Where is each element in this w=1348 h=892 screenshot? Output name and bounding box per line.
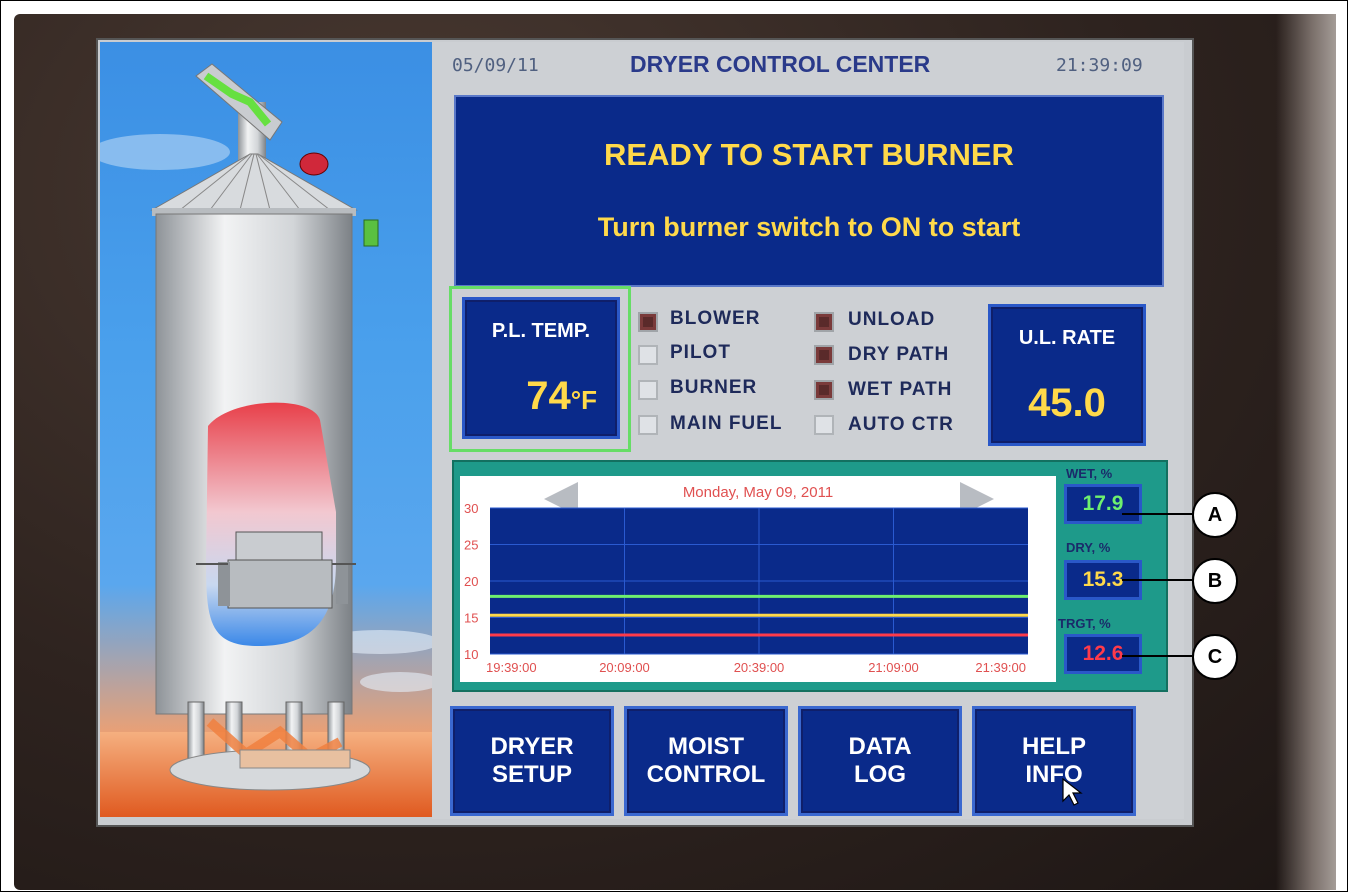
unload-lamp bbox=[814, 312, 834, 332]
x-tick-label: 21:09:00 bbox=[868, 660, 919, 675]
mouse-cursor-icon bbox=[1062, 777, 1083, 806]
help-info-label-1: HELP bbox=[1021, 733, 1086, 760]
pl-temp-frame: P.L. TEMP. 74°F bbox=[449, 286, 631, 452]
header-title: DRYER CONTROL CENTER bbox=[630, 51, 931, 77]
burner-lamp bbox=[638, 380, 658, 400]
wet-path-lamp bbox=[814, 380, 834, 400]
ul-rate-tile[interactable]: U.L. RATE 45.0 bbox=[988, 304, 1146, 446]
header-date: 05/09/11 bbox=[452, 55, 539, 76]
dry-path-lamp bbox=[814, 345, 834, 365]
indicator-blower: BLOWER bbox=[670, 308, 761, 329]
data-log-label-1: DATA bbox=[848, 733, 912, 760]
grain-bin-illustration bbox=[100, 63, 440, 817]
y-tick-label: 15 bbox=[464, 611, 478, 626]
indicator-unload: UNLOAD bbox=[848, 309, 936, 330]
dryer-setup-button[interactable]: DRYER SETUP bbox=[450, 706, 614, 816]
pl-temp-value: 74 bbox=[526, 374, 571, 418]
trgt-value: 12.6 bbox=[1064, 634, 1142, 674]
trend-chart-area: Monday, May 09, 2011 30 25 20 15 10 19:39:00… bbox=[460, 476, 1056, 682]
dryer-setup-label-1: DRYER bbox=[490, 733, 574, 760]
moist-control-label-1: MOIST bbox=[668, 733, 744, 760]
trend-chart: 30 25 20 15 10 19:39:00 20:09:00 20:39:00 21:09… bbox=[464, 501, 1028, 675]
pilot-lamp bbox=[638, 345, 658, 365]
moist-control-button[interactable]: MOIST CONTROL bbox=[624, 706, 788, 816]
callout-b: B bbox=[1192, 558, 1238, 604]
pl-temp-readout: 74°F bbox=[526, 374, 597, 419]
grain-bin-graphic bbox=[100, 42, 440, 817]
status-message-box: READY TO START BURNER Turn burner switch… bbox=[454, 95, 1164, 287]
y-tick-label: 30 bbox=[464, 501, 478, 516]
pl-temp-label: P.L. TEMP. bbox=[491, 320, 591, 342]
callout-c: C bbox=[1192, 634, 1238, 680]
y-tick-label: 25 bbox=[464, 538, 478, 553]
data-log-button[interactable]: DATA LOG bbox=[798, 706, 962, 816]
main-fuel-lamp bbox=[638, 415, 658, 435]
ul-rate-label: U.L. RATE bbox=[1018, 327, 1116, 349]
moisture-trend-panel: Monday, May 09, 2011 30 25 20 15 10 19:39:00… bbox=[452, 460, 1168, 692]
pl-temp-unit: °F bbox=[570, 385, 597, 415]
data-log-label-2: LOG bbox=[854, 761, 906, 788]
trgt-label: TRGT, % bbox=[1058, 616, 1111, 631]
control-panel: 05/09/11 DRYER CONTROL CENTER 21:39:09 R… bbox=[432, 42, 1184, 819]
wet-label: WET, % bbox=[1066, 466, 1113, 481]
dry-label: DRY, % bbox=[1066, 540, 1111, 555]
indicator-wet-path: WET PATH bbox=[848, 379, 953, 400]
dryer-setup-label-2: SETUP bbox=[491, 761, 572, 788]
x-tick-label: 21:39:00 bbox=[975, 660, 1026, 675]
indicator-dry-path: DRY PATH bbox=[848, 344, 950, 365]
indicator-auto-ctr: AUTO CTR bbox=[848, 414, 954, 435]
indicator-main-fuel: MAIN FUEL bbox=[670, 413, 783, 434]
x-tick-label: 20:09:00 bbox=[599, 660, 650, 675]
y-tick-label: 20 bbox=[464, 574, 478, 589]
blower-lamp bbox=[638, 312, 658, 332]
x-tick-label: 19:39:00 bbox=[486, 660, 537, 675]
auto-ctr-lamp bbox=[814, 415, 834, 435]
indicator-burner: BURNER bbox=[670, 377, 758, 398]
pl-temp-tile[interactable]: P.L. TEMP. 74°F bbox=[462, 297, 620, 439]
moist-control-label-2: CONTROL bbox=[646, 761, 766, 788]
ul-rate-value: 45.0 bbox=[1028, 381, 1106, 425]
wet-value: 17.9 bbox=[1064, 484, 1142, 524]
callout-a: A bbox=[1192, 492, 1238, 538]
help-info-button[interactable]: HELP INFO bbox=[972, 706, 1136, 816]
status-message-instruction: Turn burner switch to ON to start bbox=[597, 212, 1021, 242]
indicator-pilot: PILOT bbox=[670, 342, 731, 363]
x-tick-label: 20:39:00 bbox=[734, 660, 785, 675]
status-message-title: READY TO START BURNER bbox=[604, 137, 1014, 172]
help-info-label-2: INFO bbox=[1025, 761, 1083, 788]
header-time: 21:39:09 bbox=[1056, 55, 1143, 76]
y-tick-label: 10 bbox=[464, 647, 478, 662]
